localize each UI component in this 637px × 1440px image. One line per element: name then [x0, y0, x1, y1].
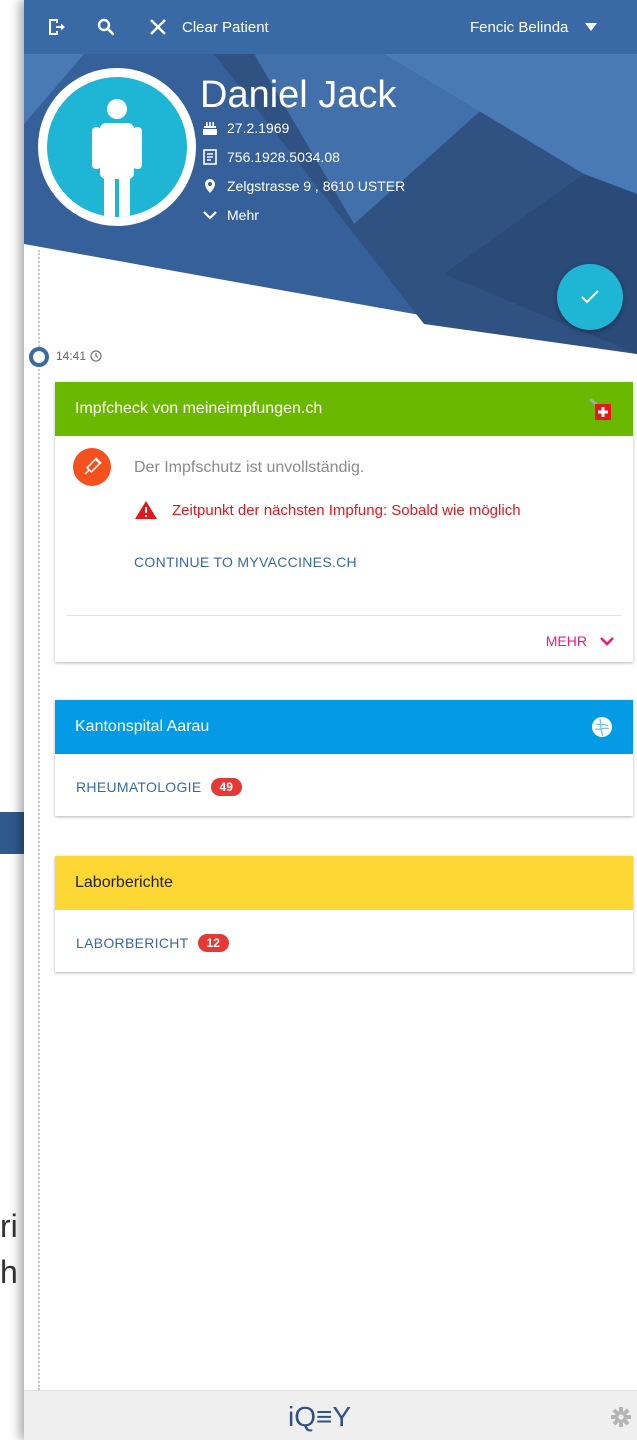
swiss-vaccine-icon [589, 397, 611, 420]
clock-icon [90, 350, 102, 362]
footer-bar: iQ≡Y [24, 1390, 637, 1440]
rheumatologie-link[interactable]: RHEUMATOLOGIE 49 [76, 778, 242, 796]
lab-card-title: Laborberichte [75, 874, 173, 891]
rheumatologie-count-badge: 49 [210, 778, 242, 796]
patient-name: Daniel Jack [200, 74, 397, 116]
vaccine-card-header: Impfcheck von meineimpfungen.ch [55, 382, 633, 436]
birthday-cake-icon [203, 122, 217, 135]
patient-header: Daniel Jack 27.2.1969 756.1928.5034.08 Z… [24, 54, 637, 364]
rheumatologie-label: RHEUMATOLOGIE [76, 779, 202, 795]
location-pin-icon [205, 179, 215, 193]
hospital-card: Kantonspital Aarau RHEUMATOLOGIE 49 [55, 700, 633, 816]
birthdate-row: 27.2.1969 [202, 120, 289, 136]
clear-patient-label: Clear Patient [182, 18, 269, 36]
lab-reports-card: Laborberichte LABORBERICHT 12 [55, 856, 633, 972]
vaccine-card-title: Impfcheck von meineimpfungen.ch [75, 400, 323, 417]
laborbericht-count-badge: 12 [197, 934, 229, 952]
hospital-logo-icon [592, 717, 612, 737]
warning-icon [135, 501, 157, 519]
logout-icon [49, 19, 65, 35]
syringe-icon [84, 457, 102, 475]
search-icon [97, 18, 115, 36]
patient-avatar [38, 68, 196, 226]
card-divider [67, 615, 621, 616]
top-bar: Clear Patient Fencic Belinda [24, 0, 637, 54]
close-icon [150, 19, 166, 35]
address-row: Zelgstrasse 9 , 8610 USTER [202, 178, 405, 194]
laborbericht-label: LABORBERICHT [76, 935, 189, 951]
vaccine-more-label: MEHR [545, 633, 587, 649]
timeline-timestamp: 14:41 [56, 349, 102, 363]
vaccine-status: Der Impfschutz ist unvollständig. [134, 459, 365, 476]
ssn-row: 756.1928.5034.08 [202, 149, 340, 165]
timeline-line [38, 250, 40, 1390]
timeline-dot [29, 347, 49, 367]
person-icon [92, 99, 142, 217]
vaccine-warning-text: Zeitpunkt der nächsten Impfung: Sobald w… [172, 501, 521, 519]
caret-down-icon [585, 23, 598, 31]
user-menu[interactable]: Fencic Belinda [470, 0, 598, 54]
laborbericht-link[interactable]: LABORBERICHT 12 [76, 934, 229, 952]
vaccine-warning-row: Zeitpunkt der nächsten Impfung: Sobald w… [134, 500, 521, 520]
timeline-time: 14:41 [56, 349, 87, 363]
birthdate: 27.2.1969 [227, 120, 290, 136]
user-name: Fencic Belinda [470, 18, 569, 36]
clear-patient-button[interactable]: Clear Patient [148, 0, 269, 54]
more-details-toggle[interactable]: Mehr [202, 207, 259, 223]
logout-button[interactable] [46, 0, 66, 54]
syringe-badge [73, 448, 111, 486]
background-text-1: ri [0, 1208, 18, 1244]
continue-myvaccines-link[interactable]: CONTINUE TO MYVACCINES.CH [134, 554, 357, 570]
gear-icon[interactable] [610, 1406, 632, 1428]
patient-panel: Clear Patient Fencic Belinda Daniel Jack… [24, 0, 637, 1440]
confirm-fab-button[interactable] [557, 264, 623, 330]
vaccine-more-button[interactable]: MEHR [546, 633, 615, 649]
background-text-2: h [0, 1254, 18, 1290]
hospital-card-title: Kantonspital Aarau [75, 718, 210, 735]
vaccine-check-card: Impfcheck von meineimpfungen.ch Der Impf… [55, 382, 633, 662]
chevron-down-icon [203, 211, 217, 220]
chevron-down-icon [600, 637, 614, 646]
more-details-label: Mehr [227, 207, 259, 223]
ssn-number: 756.1928.5034.08 [227, 149, 340, 165]
lab-card-header: Laborberichte [55, 856, 633, 910]
hospital-card-header: Kantonspital Aarau [55, 700, 633, 754]
app-logo: iQ≡Y [288, 1401, 352, 1432]
document-icon [203, 149, 217, 165]
search-button[interactable] [96, 0, 116, 54]
address: Zelgstrasse 9 , 8610 USTER [227, 178, 406, 194]
checkmark-icon [581, 290, 599, 304]
